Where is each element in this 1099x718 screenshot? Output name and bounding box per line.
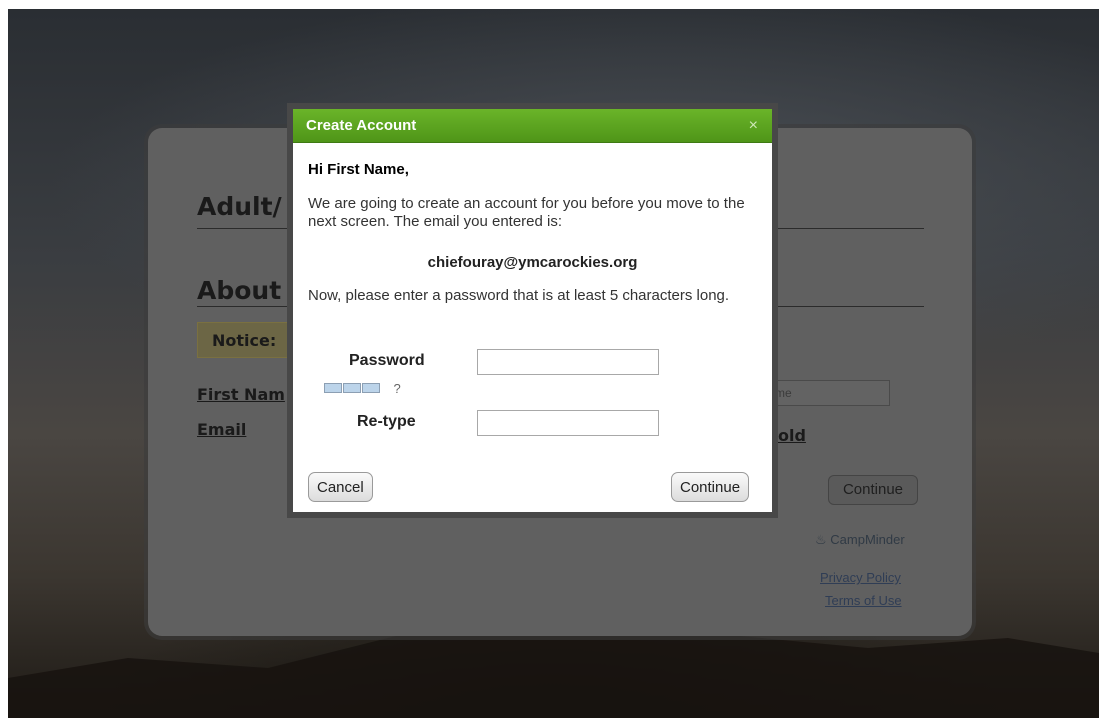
title-divider-left: [197, 228, 291, 229]
terms-of-use-link[interactable]: Terms of Use: [825, 593, 902, 608]
email-label: Email: [197, 420, 247, 439]
password-input[interactable]: [477, 349, 659, 375]
password-label: Password: [349, 352, 425, 369]
retype-password-input[interactable]: [477, 410, 659, 436]
strength-segment: [343, 383, 361, 393]
password-instructions: Now, please enter a password that is at …: [308, 287, 730, 304]
section-divider-left: [197, 306, 291, 307]
campminder-logo: ♨ CampMinder: [815, 532, 905, 548]
greeting-text: Hi First Name,: [308, 161, 409, 178]
section-divider-right: [778, 306, 924, 307]
entered-email: chiefouray@ymcarockies.org: [427, 254, 638, 271]
notice-box: Notice:: [197, 322, 293, 358]
flame-icon: ♨: [815, 532, 827, 547]
page-title: Adult/: [197, 192, 282, 221]
close-icon[interactable]: ×: [749, 109, 758, 142]
password-strength-meter: ?: [324, 380, 401, 398]
background-continue-button[interactable]: Continue: [828, 475, 918, 505]
intro-text: We are going to create an account for yo…: [308, 195, 745, 230]
strength-segment: [362, 383, 380, 393]
dialog-title: Create Account: [306, 117, 417, 134]
dialog-content: Create Account × Hi First Name, We are g…: [293, 109, 772, 512]
dialog-header: Create Account ×: [293, 109, 772, 143]
retype-label: Re-type: [357, 413, 416, 430]
title-divider-right: [778, 228, 924, 229]
strength-help-icon[interactable]: ?: [393, 381, 400, 396]
privacy-policy-link[interactable]: Privacy Policy: [820, 570, 901, 585]
household-label: old: [778, 426, 806, 445]
logo-text: CampMinder: [830, 532, 905, 547]
last-name-input[interactable]: me: [772, 380, 890, 406]
continue-button[interactable]: Continue: [671, 472, 750, 502]
first-name-label: First Nam: [197, 385, 285, 404]
create-account-dialog: Create Account × Hi First Name, We are g…: [287, 103, 778, 518]
cancel-button[interactable]: Cancel: [308, 472, 373, 502]
strength-segment: [324, 383, 342, 393]
